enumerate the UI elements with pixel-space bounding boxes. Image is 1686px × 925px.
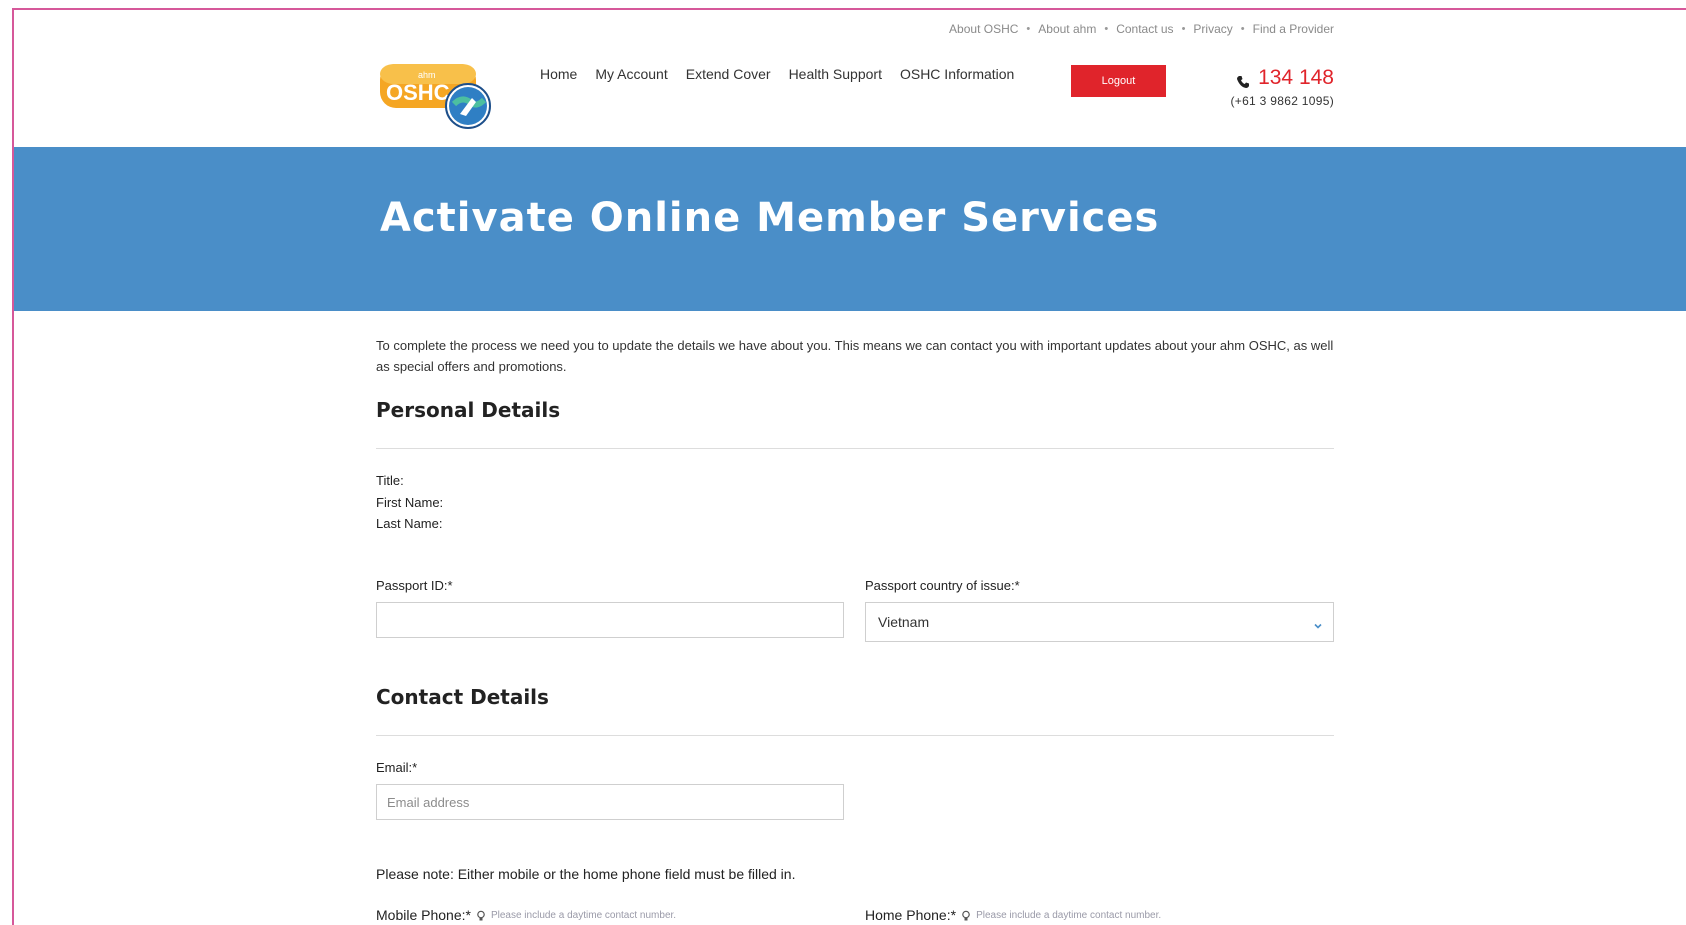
logout-button[interactable]: Logout (1071, 65, 1166, 97)
mobile-phone-label: Mobile Phone:* (376, 907, 471, 923)
util-link-contact-us[interactable]: Contact us (1116, 22, 1173, 36)
util-separator: • (1104, 23, 1109, 35)
phone-number-main[interactable]: 134 148 (1258, 66, 1334, 90)
home-phone-help: Please include a daytime contact number. (976, 909, 1162, 921)
nav-oshc-information[interactable]: OSHC Information (900, 66, 1014, 82)
passport-id-input[interactable] (376, 602, 844, 638)
frame-border-top (12, 8, 1686, 10)
phone-contact: 134 148 (+61 3 9862 1095) (1230, 66, 1334, 108)
util-link-find-provider[interactable]: Find a Provider (1253, 22, 1334, 36)
info-bulb-icon (960, 909, 972, 921)
main-nav: Home My Account Extend Cover Health Supp… (540, 66, 1014, 82)
passport-country-value: Vietnam (878, 614, 930, 630)
nav-extend-cover[interactable]: Extend Cover (686, 66, 771, 82)
home-phone-label-row: Home Phone:* Please include a daytime co… (865, 907, 1161, 923)
util-link-about-oshc[interactable]: About OSHC (949, 22, 1018, 36)
last-name-label: Last Name: (376, 516, 443, 531)
first-name-label: First Name: (376, 495, 444, 510)
passport-id-label: Passport ID:* (376, 578, 453, 593)
mobile-phone-help: Please include a daytime contact number. (490, 909, 677, 921)
page-title: Activate Online Member Services (380, 195, 1160, 241)
frame-border-left (12, 8, 14, 925)
util-separator: • (1026, 23, 1031, 35)
chevron-down-icon (1313, 618, 1323, 629)
email-label: Email:* (376, 760, 418, 775)
phone-icon (1236, 71, 1250, 88)
phone-main-row: 134 148 (1230, 66, 1334, 90)
hero-banner: Activate Online Member Services (14, 147, 1686, 311)
info-bulb-icon (475, 909, 487, 921)
nav-my-account[interactable]: My Account (595, 66, 667, 82)
personal-details-heading: Personal Details (376, 398, 561, 422)
util-separator: • (1181, 23, 1186, 35)
util-link-about-ahm[interactable]: About ahm (1038, 22, 1096, 36)
phone-note: Please note: Either mobile or the home p… (376, 866, 796, 882)
home-phone-label: Home Phone:* (865, 907, 957, 923)
title-label: Title: (376, 473, 404, 488)
intro-text: To complete the process we need you to u… (376, 338, 1334, 374)
nav-health-support[interactable]: Health Support (789, 66, 882, 82)
main-content: To complete the process we need you to u… (376, 335, 1334, 923)
browser-frame: About OSHC • About ahm • Contact us • Pr… (0, 0, 1686, 925)
passport-country-label: Passport country of issue:* (865, 578, 1020, 593)
nav-home[interactable]: Home (540, 66, 577, 82)
contact-divider (376, 735, 1334, 736)
personal-divider (376, 448, 1334, 449)
logo-small-text: ahm (418, 70, 436, 80)
logo-main-text: OSHC (386, 80, 450, 105)
passport-country-select[interactable]: Vietnam (865, 602, 1334, 642)
utility-nav: About OSHC • About ahm • Contact us • Pr… (949, 22, 1334, 36)
mobile-phone-label-row: Mobile Phone:* Please include a daytime … (376, 907, 676, 923)
email-input[interactable] (376, 784, 844, 820)
util-separator: • (1240, 23, 1245, 35)
logo-graphic: ahm OSHC (380, 64, 491, 129)
ahm-oshc-logo[interactable]: ahm OSHC (378, 60, 498, 134)
phone-number-alt: (+61 3 9862 1095) (1230, 94, 1334, 108)
contact-details-heading: Contact Details (376, 685, 549, 709)
util-link-privacy[interactable]: Privacy (1193, 22, 1232, 36)
